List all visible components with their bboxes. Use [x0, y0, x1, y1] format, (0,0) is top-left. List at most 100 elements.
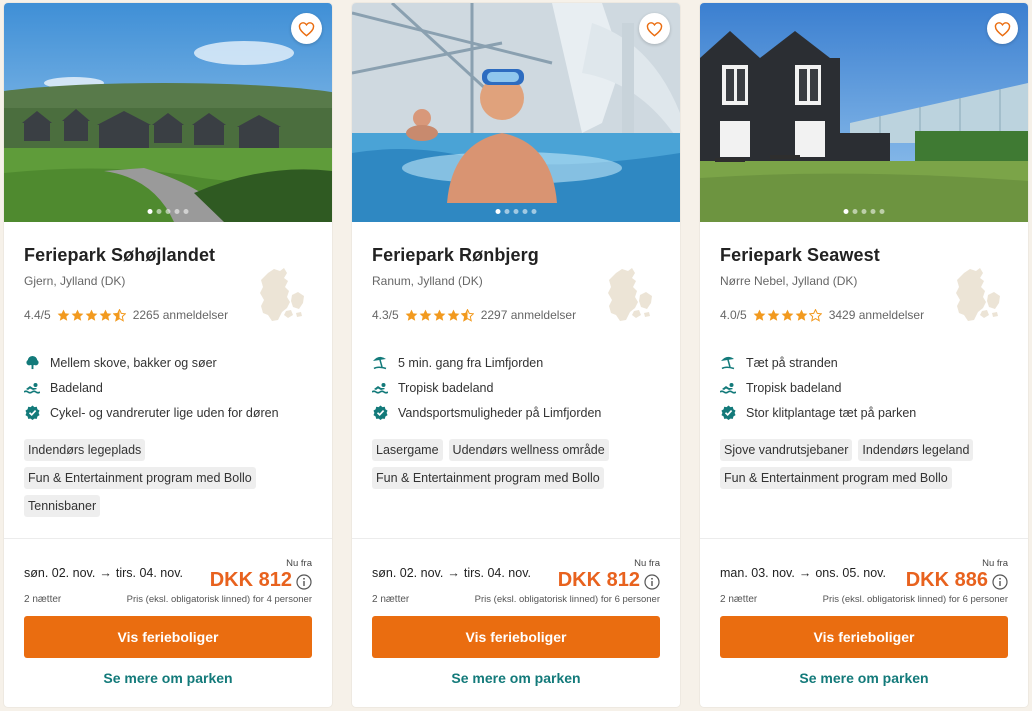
date-to: tirs. 04. nov.: [115, 566, 184, 580]
review-count[interactable]: 3429 anmeldelser: [829, 308, 924, 322]
favorite-button[interactable]: [987, 13, 1018, 44]
star-empty-icon: [808, 308, 822, 322]
heart-icon: [994, 21, 1011, 37]
see-more-link[interactable]: Se mere om parken: [352, 670, 680, 686]
denmark-map-icon: [608, 268, 652, 321]
feature-icon: [372, 405, 388, 421]
date-range[interactable]: søn. 02. nov. → tirs. 04. nov.: [372, 566, 531, 580]
carousel-dot[interactable]: [165, 209, 171, 214]
feature-icon: [24, 380, 40, 396]
carousel-dot[interactable]: [183, 209, 189, 214]
swimmer-icon: [720, 382, 736, 394]
feature-icon: [720, 405, 736, 421]
show-holiday-homes-button[interactable]: Vis ferieboliger: [372, 616, 660, 658]
feature-text: Stor klitplantage tæt på parken: [746, 405, 917, 420]
arrow-right-icon: →: [798, 566, 812, 580]
feature-item: Badeland: [24, 375, 312, 400]
favorite-button[interactable]: [291, 13, 322, 44]
nights-count: 2 nætter: [372, 594, 410, 605]
show-holiday-homes-button[interactable]: Vis ferieboliger: [24, 616, 312, 658]
review-count[interactable]: 2265 anmeldelser: [133, 308, 228, 322]
feature-text: Cykel- og vandreruter lige uden for døre…: [50, 405, 279, 420]
feature-text: Badeland: [50, 380, 103, 395]
image-carousel-dots[interactable]: [495, 209, 537, 214]
date-from: søn. 02. nov.: [24, 566, 96, 580]
beach-umbrella-icon: [373, 356, 387, 370]
date-range[interactable]: man. 03. nov. → ons. 05. nov.: [720, 566, 886, 580]
amenity-tag: Indendørs legeland: [858, 439, 974, 461]
star-full-icon: [781, 309, 794, 321]
carousel-dot[interactable]: [531, 209, 537, 214]
carousel-dot[interactable]: [861, 209, 867, 214]
beach-umbrella-icon: [721, 356, 735, 370]
info-icon[interactable]: [992, 574, 1008, 590]
see-more-link[interactable]: Se mere om parken: [700, 670, 1028, 686]
arrow-right-icon: →: [447, 566, 460, 580]
info-icon[interactable]: [296, 574, 312, 590]
rating-score: 4.4/5: [24, 308, 51, 322]
star-full-icon: [767, 309, 780, 321]
feature-item: Tropisk badeland: [720, 375, 1008, 400]
carousel-dot[interactable]: [174, 209, 180, 214]
star-half-icon: [112, 308, 126, 322]
nights-count: 2 nætter: [24, 594, 62, 605]
price-box: man. 03. nov. → ons. 05. nov. 2 nætter Nu …: [720, 556, 1008, 606]
feature-icon: [24, 355, 40, 371]
park-title[interactable]: Feriepark Søhøjlandet: [24, 245, 312, 266]
image-carousel-dots[interactable]: [843, 209, 885, 214]
feature-icon: [720, 380, 736, 396]
carousel-dot[interactable]: [147, 209, 153, 214]
feature-item: 5 min. gang fra Limfjorden: [372, 350, 660, 375]
park-image[interactable]: [4, 3, 332, 222]
carousel-dot[interactable]: [870, 209, 876, 214]
price-box: søn. 02. nov. → tirs. 04. nov. 2 nætter Nu…: [372, 556, 660, 606]
see-more-link[interactable]: Se mere om parken: [4, 670, 332, 686]
feature-icon: [720, 355, 736, 371]
feature-item: Tropisk badeland: [372, 375, 660, 400]
check-badge-icon: [720, 405, 736, 420]
carousel-dot[interactable]: [879, 209, 885, 214]
carousel-dot[interactable]: [504, 209, 510, 214]
swimmer-icon: [24, 382, 40, 394]
price: DKK 812: [557, 569, 640, 591]
star-rating: [405, 308, 475, 322]
amenity-tag: Fun & Entertainment program med Bollo: [720, 467, 952, 489]
feature-text: Tropisk badeland: [398, 380, 494, 395]
star-full-icon: [419, 309, 432, 321]
show-holiday-homes-button[interactable]: Vis ferieboliger: [720, 616, 1008, 658]
date-range[interactable]: søn. 02. nov. → tirs. 04. nov.: [24, 566, 183, 580]
price-note: Pris (eksl. obligatorisk linned) for 6 p…: [822, 594, 1008, 605]
park-title[interactable]: Feriepark Rønbjerg: [372, 245, 660, 266]
amenity-tag: Tennisbaner: [24, 495, 101, 517]
carousel-dot[interactable]: [852, 209, 858, 214]
park-title[interactable]: Feriepark Seawest: [720, 245, 1008, 266]
amenity-tag: Udendørs wellness område: [448, 439, 609, 461]
amenity-tag: Indendørs legeplads: [24, 439, 146, 461]
park-photo: [700, 3, 1028, 222]
tree-icon: [25, 355, 39, 370]
amenity-tag: Sjove vandrutsjebaner: [720, 439, 853, 461]
from-label: Nu fra: [634, 558, 660, 569]
divider: [700, 538, 1028, 539]
rating-score: 4.3/5: [372, 308, 399, 322]
favorite-button[interactable]: [639, 13, 670, 44]
feature-list: Tæt på stranden Tropisk badeland Stor klit…: [720, 350, 1008, 425]
carousel-dot[interactable]: [513, 209, 519, 214]
carousel-dot[interactable]: [495, 209, 501, 214]
check-badge-icon: [24, 405, 40, 420]
carousel-dot[interactable]: [156, 209, 162, 214]
amenity-tag: Fun & Entertainment program med Bollo: [372, 467, 604, 489]
date-from: man. 03. nov.: [720, 566, 795, 580]
star-full-icon: [753, 309, 766, 321]
park-card: Feriepark Rønbjerg Ranum, Jylland (DK) 4…: [352, 3, 680, 707]
info-icon[interactable]: [644, 574, 660, 590]
park-image[interactable]: [700, 3, 1028, 222]
park-image[interactable]: [352, 3, 680, 222]
feature-icon: [24, 405, 40, 421]
review-count[interactable]: 2297 anmeldelser: [481, 308, 576, 322]
carousel-dot[interactable]: [843, 209, 849, 214]
feature-item: Vandsportsmuligheder på Limfjorden: [372, 400, 660, 425]
image-carousel-dots[interactable]: [147, 209, 189, 214]
tag-list: Indendørs legeplads Fun & Entertainment p…: [24, 439, 312, 517]
carousel-dot[interactable]: [522, 209, 528, 214]
